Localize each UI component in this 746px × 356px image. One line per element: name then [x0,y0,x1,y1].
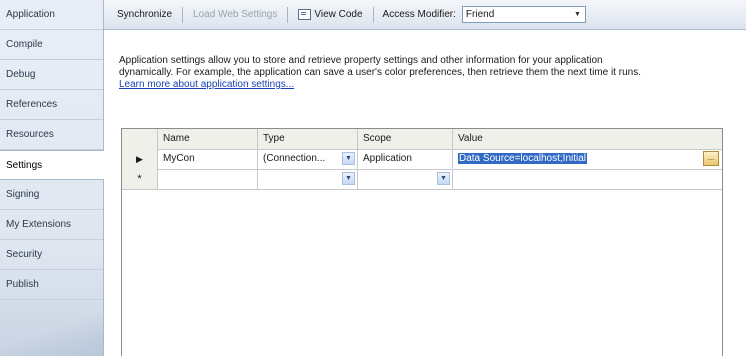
grid-header-row: Name Type Scope Value [122,129,722,150]
access-modifier-value: Friend [465,9,495,20]
new-setting-name-cell[interactable] [158,169,258,189]
load-web-settings-button[interactable]: Load Web Settings [190,9,280,20]
setting-name-cell[interactable]: MyCon [158,149,258,169]
new-setting-scope-cell[interactable]: ▼ [358,169,453,189]
new-setting-value-cell[interactable] [453,169,722,189]
setting-type-cell[interactable]: (Connection... ▼ [258,149,358,169]
column-header-value[interactable]: Value [453,129,722,149]
table-row-new: * ▼ ▼ [122,169,722,190]
toolbar-separator [372,6,374,23]
tab-publish[interactable]: Publish [0,270,103,300]
column-header-name[interactable]: Name [158,129,258,149]
tab-application[interactable]: Application [0,0,103,30]
chevron-down-icon[interactable]: ▼ [342,152,355,165]
synchronize-button[interactable]: Synchronize [114,9,175,20]
column-header-type[interactable]: Type [258,129,358,149]
project-designer-tabs: Application Compile Debug References Res… [0,0,104,356]
settings-description: Application settings allow you to store … [119,55,719,91]
settings-toolbar: Synchronize Load Web Settings View Code … [104,0,746,30]
table-row: ▶ MyCon (Connection... ▼ Application Dat… [122,149,722,170]
toolbar-separator [182,6,184,23]
access-modifier-label: Access Modifier: [382,9,456,20]
chevron-down-icon[interactable]: ▼ [342,172,355,185]
tab-references[interactable]: References [0,90,103,120]
description-line-2: dynamically. For example, the applicatio… [119,67,641,78]
toolbar-separator [287,6,289,23]
ellipsis-button[interactable]: ... [703,151,719,166]
tab-signing[interactable]: Signing [0,180,103,210]
tab-my-extensions[interactable]: My Extensions [0,210,103,240]
chevron-down-icon[interactable]: ▼ [437,172,450,185]
chevron-down-icon: ▼ [573,11,581,18]
tab-compile[interactable]: Compile [0,30,103,60]
setting-type-value: (Connection... [263,153,326,164]
description-line-1: Application settings allow you to store … [119,55,603,66]
new-setting-type-cell[interactable]: ▼ [258,169,358,189]
column-header-scope[interactable]: Scope [358,129,453,149]
view-code-button[interactable]: View Code [295,8,365,21]
tab-settings[interactable]: Settings [0,150,104,180]
tab-security[interactable]: Security [0,240,103,270]
sidebar-decoration [0,316,103,356]
view-code-icon [298,8,312,20]
tab-debug[interactable]: Debug [0,60,103,90]
row-current-marker[interactable]: ▶ [122,149,158,169]
row-header-corner [122,129,158,149]
learn-more-link[interactable]: Learn more about application settings... [119,79,294,90]
settings-grid: Name Type Scope Value ▶ MyCon (Connectio… [121,128,723,356]
view-code-label: View Code [314,9,363,21]
tab-resources[interactable]: Resources [0,120,103,150]
access-modifier-dropdown[interactable]: Friend ▼ [461,6,586,23]
setting-value-text[interactable]: Data Source=localhost;Initial [458,153,588,164]
setting-value-cell[interactable]: Data Source=localhost;Initial ... [453,149,722,169]
new-row-marker[interactable]: * [122,169,158,189]
setting-scope-cell[interactable]: Application [358,149,453,169]
